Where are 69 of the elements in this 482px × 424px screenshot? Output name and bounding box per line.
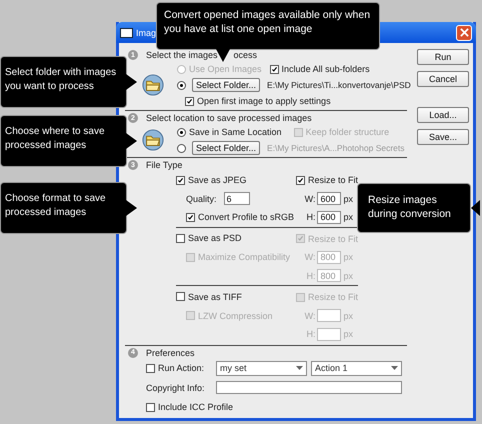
action-dropdown[interactable]: Action 1: [311, 360, 402, 376]
close-button[interactable]: [456, 24, 472, 40]
callout: Convert opened images available only when you have at list one open image: [156, 2, 380, 50]
open-first-image-checkbox[interactable]: Open first image to apply settings: [185, 96, 331, 106]
select-folder-radio[interactable]: [177, 80, 186, 90]
window-icon: [120, 28, 133, 38]
dialog-button[interactable]: Load...: [417, 107, 469, 123]
section-heading: Select location to save processed images: [146, 113, 312, 123]
dimension-field[interactable]: 600: [317, 192, 342, 206]
caret-icon: [296, 366, 303, 370]
include-subfolders-checkbox[interactable]: Include All sub-folders: [270, 64, 370, 74]
format-checkbox[interactable]: Save as JPEG: [176, 175, 247, 185]
dimension-label: H:: [306, 270, 316, 281]
format-checkbox[interactable]: Save as TIFF: [176, 292, 242, 302]
field-label: Copyright Info:: [146, 382, 206, 392]
caret-icon: [391, 366, 398, 370]
callout-pointer: [126, 200, 137, 216]
dimension-label: W:: [304, 310, 316, 321]
folder-icon: [142, 74, 164, 96]
dimension-label: W:: [304, 194, 316, 204]
callout-pointer: [471, 200, 480, 216]
dialog-button[interactable]: Save...: [417, 129, 469, 145]
checkmark-icon: [177, 176, 184, 184]
action-set-dropdown[interactable]: my set: [216, 360, 307, 376]
callout-pointer: [126, 133, 137, 149]
checkmark-icon: [186, 98, 193, 104]
dimension-field[interactable]: 600: [317, 210, 342, 224]
section-heading: Select the images: [146, 50, 218, 60]
callout: Select folder with images you want to process: [0, 56, 127, 108]
checkmark-icon: [270, 66, 278, 72]
unit-label: px: [343, 212, 353, 222]
option-checkbox[interactable]: Convert Profile to sRGB: [186, 212, 294, 222]
copyright-field[interactable]: [216, 381, 402, 394]
checkmark-icon: [297, 176, 304, 184]
format-checkbox[interactable]: Save as PSD: [176, 233, 242, 243]
callout: Choose where to save processed images: [0, 115, 127, 167]
run-action-checkbox[interactable]: Run Action:: [146, 363, 212, 373]
include-icc-checkbox[interactable]: Include ICC Profile: [146, 402, 402, 412]
select-folder-button[interactable]: Select Folder...: [192, 78, 260, 92]
unit-label: px: [343, 329, 353, 340]
callout-pointer: [126, 74, 137, 90]
section-heading: File Type: [146, 160, 182, 170]
field-label: Quality:: [186, 194, 217, 204]
checkmark-icon: [297, 235, 304, 242]
dimension-label: H:: [306, 212, 316, 222]
close-icon: [460, 28, 468, 37]
callout: Resize images during conversion: [357, 183, 471, 233]
dimension-label: H:: [306, 329, 316, 340]
callout-pointer: [216, 49, 230, 62]
dialog-button[interactable]: Cancel: [417, 71, 469, 87]
dimension-label: W:: [304, 252, 316, 262]
section-heading: Preferences: [146, 348, 195, 358]
quality-field[interactable]: 6: [224, 192, 250, 206]
unit-label: px: [343, 194, 353, 204]
checkmark-icon: [187, 214, 194, 221]
window-title: Imag: [136, 28, 156, 38]
unit-label: px: [343, 310, 353, 321]
dialog-button[interactable]: Run: [417, 49, 469, 65]
select-folder-radio[interactable]: [177, 144, 186, 152]
select-folder-button[interactable]: Select Folder...: [192, 141, 260, 155]
folder-path: E:\My Pictures\A...Photohop Secrets: [267, 143, 405, 153]
callout: Choose format to save processed images: [0, 182, 127, 234]
folder-path: E:\My Pictures\Ti...konvertovanje\PSD: [267, 80, 411, 90]
unit-label: px: [343, 252, 353, 262]
unit-label: px: [343, 270, 353, 281]
section-heading: ocess: [234, 50, 258, 60]
resize-to-fit-checkbox[interactable]: Resize to Fit: [296, 175, 358, 186]
save-same-location-radio[interactable]: Save in Same Location: [177, 127, 282, 137]
folder-icon: [142, 129, 164, 151]
